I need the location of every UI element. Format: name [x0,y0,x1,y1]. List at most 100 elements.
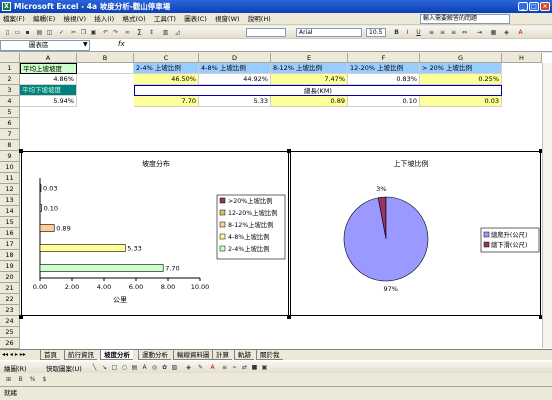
cell-c4[interactable]: 7.70 [134,96,199,107]
row-header[interactable]: 13 [0,195,20,206]
new-icon[interactable]: ▯ [3,28,12,37]
borders-icon[interactable]: ▦ [489,28,498,37]
tab-calc[interactable]: 計算 [212,350,232,360]
spell-check-icon[interactable]: ✓ [57,28,66,37]
percent-icon[interactable]: % [28,375,37,384]
textbox-icon[interactable]: ▤ [130,363,139,372]
cell-a1[interactable]: 平均上坡坡度 [20,63,77,74]
draw-menu[interactable]: 繪圖(R) [4,363,27,373]
menu-chart[interactable]: 圖表(C) [181,13,210,25]
diagram-icon[interactable]: ◎ [150,363,159,372]
cell-e1[interactable]: 8-12% 上坡比例 [271,63,348,74]
hyperlink-icon[interactable]: ∞ [123,28,132,37]
cell-c2[interactable]: 46.50% [134,74,199,85]
undo-icon[interactable]: ↶ [101,28,110,37]
underline-icon[interactable]: U [414,28,423,37]
bold-icon[interactable]: B [16,375,25,384]
copy-icon[interactable]: ❐ [79,28,88,37]
row-header[interactable]: 21 [0,283,20,294]
minimize-button[interactable]: _ [518,2,528,11]
tab-slope-analysis[interactable]: 坡度分析 [100,350,133,360]
row-header[interactable]: 12 [0,184,20,195]
cell-c1[interactable]: 2-4% 上坡比例 [134,63,199,74]
col-header-f[interactable]: F [348,53,420,63]
menu-format[interactable]: 格式(O) [119,13,148,25]
cell-g2[interactable]: 0.25% [420,74,502,85]
font-color-icon[interactable]: A [516,28,525,37]
cell-d4[interactable]: 5.33 [199,96,271,107]
name-box[interactable]: 圖表區 [0,40,90,51]
row-header[interactable]: 16 [0,228,20,239]
col-header-a[interactable]: A [20,53,77,63]
merge-center-icon[interactable]: ⇔ [460,28,469,37]
arrow-style-icon[interactable]: ⇄ [240,363,249,372]
align-left-icon[interactable]: ≡ [427,28,436,37]
menu-window[interactable]: 視窗(W) [212,13,243,25]
picture-icon[interactable]: ▨ [170,363,179,372]
row-header[interactable]: 11 [0,173,20,184]
function-icon[interactable]: fx [118,40,125,48]
row-header[interactable]: 23 [0,305,20,316]
fill-color-icon[interactable]: ◈ [502,28,511,37]
print-preview-icon[interactable]: ◫ [45,28,54,37]
print-icon[interactable]: ▤ [35,28,44,37]
row-header[interactable]: 24 [0,316,20,327]
currency-icon[interactable]: $ [40,375,49,384]
cell-f4[interactable]: 0.10 [348,96,420,107]
cell-g1[interactable]: > 20% 上坡比例 [420,63,502,74]
row-header[interactable]: 26 [0,338,20,349]
cell-d2[interactable]: 44.92% [199,74,271,85]
col-header-h[interactable]: H [502,53,542,63]
row-header[interactable]: 3 [0,85,20,96]
col-header-e[interactable]: E [271,53,348,63]
line-style-icon[interactable]: ≡ [220,363,229,372]
chart-wizard-icon[interactable]: ▥ [161,28,170,37]
oval-icon[interactable]: ○ [120,363,129,372]
font-color-icon[interactable]: A [208,363,217,372]
rectangle-icon[interactable]: □ [110,363,119,372]
bold-icon[interactable]: B [392,28,401,37]
vertical-scrollbar[interactable] [542,63,552,348]
cell-a4[interactable]: 5.94% [20,96,77,107]
tab-line-data[interactable]: 輸線資料圖 [173,350,213,360]
tab-about[interactable]: 關於我 [256,350,283,360]
cell-c3-merged[interactable]: 總長(KM) [134,85,502,96]
align-icon[interactable]: ⊞ [4,375,13,384]
row-header[interactable]: 17 [0,239,20,250]
col-header-c[interactable]: C [134,53,199,63]
row-header[interactable]: 9 [0,151,20,162]
worksheet-grid[interactable]: A B C D E F G H 1 2 3 4 5 6 7 8 9 10 11 … [0,53,552,349]
row-header[interactable]: 2 [0,74,20,85]
tab-home[interactable]: 首頁 [40,350,60,360]
indent-icon[interactable]: ⇥ [475,28,484,37]
cell-a2[interactable]: 4.86% [20,74,77,85]
row-header[interactable]: 22 [0,294,20,305]
resize-handle[interactable] [287,149,291,153]
row-header[interactable]: 7 [0,129,20,140]
row-header[interactable]: 20 [0,272,20,283]
3d-icon[interactable]: ▣ [260,363,269,372]
resize-handle[interactable] [19,315,23,319]
align-right-icon[interactable]: ≡ [449,28,458,37]
autoshapes-menu[interactable]: 快取圖案(U) [46,363,82,373]
tab-scroll-icon[interactable]: ◂◂ ◂ ▸ ▸▸ [2,350,26,360]
paste-icon[interactable]: ▣ [89,28,98,37]
cell-f2[interactable]: 0.83% [348,74,420,85]
chevron-down-icon[interactable]: ▼ [83,41,88,48]
maximize-button[interactable]: □ [529,2,539,11]
row-header[interactable]: 1 [0,63,20,74]
row-header[interactable]: 4 [0,96,20,107]
pie-chart-area[interactable]: 上下坡比例 3% 97% 總爬升(公尺) 總下滑(公尺) [290,151,541,316]
cut-icon[interactable]: ✂ [69,28,78,37]
save-icon[interactable]: ▪ [23,28,32,37]
row-header[interactable]: 19 [0,261,20,272]
cell-a3[interactable]: 平均下坡坡度 [20,85,77,96]
row-header[interactable]: 6 [0,118,20,129]
help-search-input[interactable]: 輸入需要解答的問題 [420,14,510,24]
cell-f1[interactable]: 12-20% 上坡比例 [348,63,420,74]
fill-color-icon[interactable]: ◈ [184,363,193,372]
clipart-icon[interactable]: ✿ [160,363,169,372]
cell-e4[interactable]: 0.89 [271,96,348,107]
resize-handle[interactable] [287,315,291,319]
resize-handle[interactable] [19,149,23,153]
